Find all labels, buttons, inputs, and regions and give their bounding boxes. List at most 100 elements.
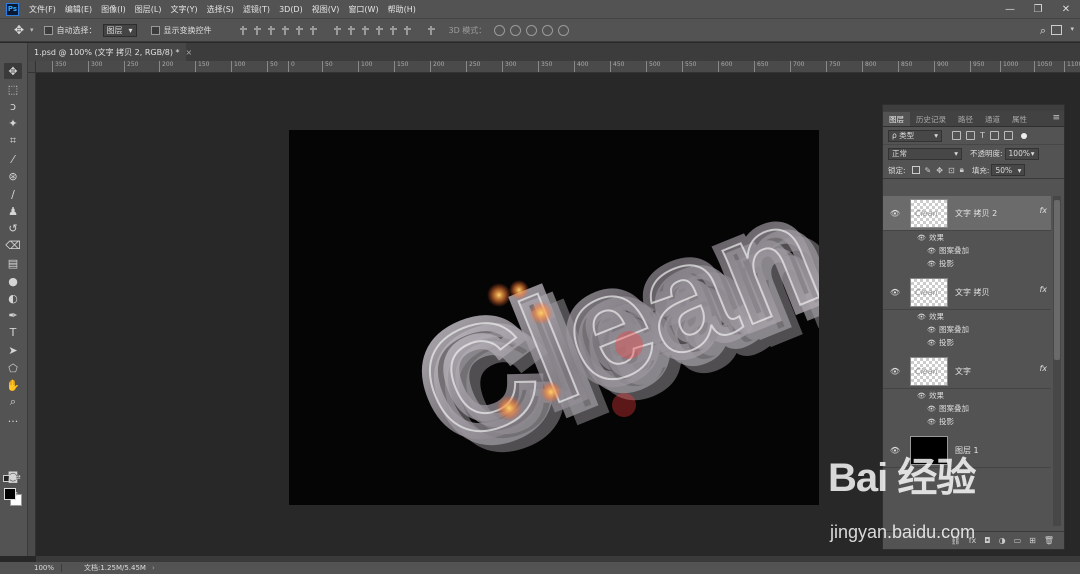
effect-eye-icon[interactable]: 👁︎ <box>927 260 939 268</box>
dodge-tool-icon[interactable]: ◐ <box>4 290 22 306</box>
menu-filter[interactable]: 滤镜(T) <box>243 4 270 15</box>
align-hcenter-icon[interactable] <box>294 25 305 36</box>
layer-row[interactable]: 👁︎ Clean 文字 拷贝 fx <box>883 275 1051 310</box>
effect-eye-icon[interactable]: 👁︎ <box>917 234 929 242</box>
align-left-icon[interactable] <box>280 25 291 36</box>
distribute-right-icon[interactable] <box>402 25 413 36</box>
layer-row[interactable]: 👁︎ Clean 文字 fx <box>883 354 1051 389</box>
align-vcenter-icon[interactable] <box>252 25 263 36</box>
search-icon[interactable]: ⌕ <box>1040 24 1046 38</box>
shape-tool-icon[interactable]: ⬠ <box>4 360 22 376</box>
auto-select-dropdown[interactable]: 图层 ▾ <box>102 23 137 37</box>
tab-history[interactable]: 历史记录 <box>910 112 952 126</box>
filter-adjustment-icon[interactable] <box>966 131 975 140</box>
effect-eye-icon[interactable]: 👁︎ <box>927 339 939 347</box>
document-canvas[interactable]: Clean Clean Clean Clean <box>289 130 819 505</box>
menu-window[interactable]: 窗口(W) <box>348 4 378 15</box>
filter-toggle-icon[interactable] <box>1020 132 1027 139</box>
menu-help[interactable]: 帮助(H) <box>388 4 416 15</box>
close-tab-icon[interactable]: × <box>186 48 193 57</box>
effect-item[interactable]: 👁︎ 图案叠加 <box>883 402 1051 415</box>
3d-slide-icon[interactable] <box>542 24 554 36</box>
lock-pixels-icon[interactable]: ✎ <box>925 166 932 175</box>
lock-position-icon[interactable]: ✥ <box>936 166 943 175</box>
panel-menu-icon[interactable]: ≡ <box>1052 113 1060 123</box>
blend-mode-dropdown[interactable]: 正常 ▾ <box>888 147 962 160</box>
visibility-eye-icon[interactable]: 👁︎ <box>888 209 902 218</box>
document-tab[interactable]: 1.psd @ 100% (文字 拷贝 2, RGB/8) * × <box>28 43 192 61</box>
3d-scale-icon[interactable] <box>558 24 570 36</box>
show-transform-checkbox[interactable] <box>150 25 160 35</box>
quick-mask-icon[interactable]: ◙ <box>4 468 22 484</box>
fx-icon[interactable]: fx <box>1039 206 1047 215</box>
magic-wand-tool-icon[interactable]: ✦ <box>4 115 22 131</box>
effect-eye-icon[interactable]: 👁︎ <box>927 405 939 413</box>
fx-icon[interactable]: fx <box>1039 285 1047 294</box>
menu-file[interactable]: 文件(F) <box>29 4 56 15</box>
type-tool-icon[interactable]: T <box>4 324 22 340</box>
effects-group[interactable]: 👁︎ 效果 <box>883 231 1051 244</box>
close-window-button[interactable]: ✕ <box>1052 0 1080 18</box>
menu-type[interactable]: 文字(Y) <box>170 4 197 15</box>
opacity-field[interactable]: 100% ▾ <box>1004 147 1039 160</box>
filter-pixel-icon[interactable] <box>952 131 961 140</box>
brush-tool-icon[interactable]: ∕ <box>4 186 22 202</box>
distribute-hcenter-icon[interactable] <box>388 25 399 36</box>
effect-eye-icon[interactable]: 👁︎ <box>927 247 939 255</box>
tool-preset-caret-icon[interactable]: ▾ <box>30 26 34 34</box>
effect-item[interactable]: 👁︎ 图案叠加 <box>883 244 1051 257</box>
move-tool-icon[interactable]: ✥ <box>12 23 26 37</box>
align-top-icon[interactable] <box>238 25 249 36</box>
auto-align-icon[interactable] <box>426 25 437 36</box>
move-tool-icon[interactable]: ✥ <box>4 63 22 79</box>
fill-field[interactable]: 50% ▾ <box>991 164 1026 176</box>
effect-item[interactable]: 👁︎ 投影 <box>883 336 1051 349</box>
distribute-vcenter-icon[interactable] <box>346 25 357 36</box>
tab-channels[interactable]: 通道 <box>979 112 1006 126</box>
restore-button[interactable]: ❐ <box>1024 0 1052 18</box>
history-brush-tool-icon[interactable]: ↺ <box>4 220 22 236</box>
eyedropper-tool-icon[interactable]: ⁄ <box>4 151 22 167</box>
distribute-bottom-icon[interactable] <box>360 25 371 36</box>
menu-image[interactable]: 图像(I) <box>101 4 126 15</box>
3d-roll-icon[interactable] <box>510 24 522 36</box>
visibility-eye-icon[interactable]: 👁︎ <box>888 288 902 297</box>
visibility-eye-icon[interactable]: 👁︎ <box>888 446 902 455</box>
healing-brush-tool-icon[interactable]: ⊛ <box>4 168 22 184</box>
visibility-eye-icon[interactable]: 👁︎ <box>888 367 902 376</box>
gradient-tool-icon[interactable]: ▤ <box>4 255 22 271</box>
effect-eye-icon[interactable]: 👁︎ <box>917 313 929 321</box>
align-bottom-icon[interactable] <box>266 25 277 36</box>
lasso-tool-icon[interactable]: ↄ <box>4 98 22 114</box>
layers-scrollbar-thumb[interactable] <box>1054 200 1060 360</box>
effect-eye-icon[interactable]: 👁︎ <box>927 418 939 426</box>
workspace-caret-icon[interactable]: ▾ <box>1070 25 1074 33</box>
eraser-tool-icon[interactable]: ⌫ <box>4 237 22 253</box>
layer-row[interactable]: 👁︎ Clean 文字 拷贝 2 fx <box>883 196 1051 231</box>
foreground-color-swatch[interactable] <box>4 488 16 500</box>
fx-icon[interactable]: fx <box>1039 364 1047 373</box>
effect-item[interactable]: 👁︎ 图案叠加 <box>883 323 1051 336</box>
minimize-button[interactable]: — <box>996 0 1024 18</box>
menu-layer[interactable]: 图层(L) <box>135 4 162 15</box>
effects-group[interactable]: 👁︎ 效果 <box>883 389 1051 402</box>
lock-transparency-icon[interactable] <box>911 166 920 174</box>
vertical-ruler[interactable] <box>28 73 36 556</box>
crop-tool-icon[interactable]: ⌗ <box>4 133 22 149</box>
3d-pan-icon[interactable] <box>526 24 538 36</box>
effects-group[interactable]: 👁︎ 效果 <box>883 310 1051 323</box>
effect-item[interactable]: 👁︎ 投影 <box>883 257 1051 270</box>
tab-layers[interactable]: 图层 <box>883 112 910 126</box>
workspace-switcher-icon[interactable] <box>1051 25 1062 35</box>
menu-view[interactable]: 视图(V) <box>312 4 340 15</box>
more-tools-icon[interactable]: ··· <box>4 413 22 429</box>
layer-filter-dropdown[interactable]: ρ 类型 ▾ <box>888 129 942 142</box>
ruler-origin[interactable] <box>28 61 36 73</box>
menu-edit[interactable]: 编辑(E) <box>65 4 92 15</box>
effect-eye-icon[interactable]: 👁︎ <box>927 326 939 334</box>
lock-artboard-icon[interactable]: ⊡ <box>948 166 955 175</box>
tab-paths[interactable]: 路径 <box>952 112 979 126</box>
path-selection-tool-icon[interactable]: ➤ <box>4 342 22 358</box>
menu-select[interactable]: 选择(S) <box>207 4 234 15</box>
marquee-tool-icon[interactable]: ⬚ <box>4 81 22 97</box>
